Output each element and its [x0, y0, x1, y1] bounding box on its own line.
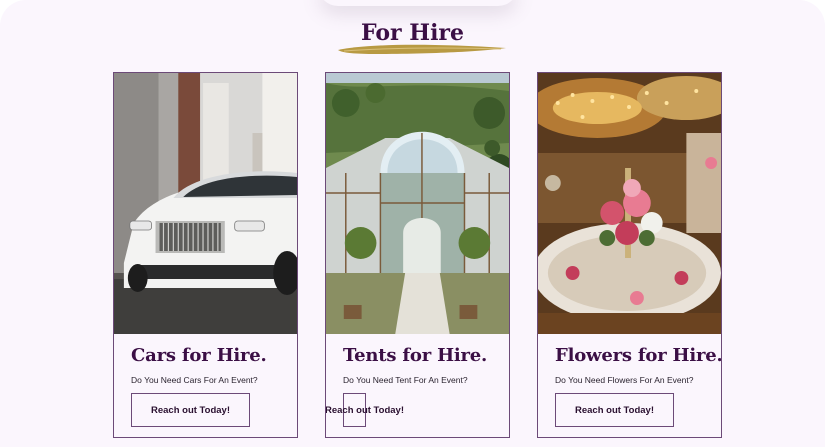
page: For Hire Cars for Hire. Do You Need Cars… — [0, 0, 825, 447]
card-flowers: Flowers for Hire. Do You Need Flowers Fo… — [537, 72, 722, 438]
card-tents: Tents for Hire. Do You Need Tent For An … — [325, 72, 510, 438]
reach-out-button-flowers[interactable]: Reach out Today! — [555, 393, 674, 427]
card-title: Cars for Hire. — [131, 345, 267, 366]
reach-out-button-cars[interactable]: Reach out Today! — [131, 393, 250, 427]
card-image-car — [114, 73, 297, 334]
card-subtitle: Do You Need Tent For An Event? — [343, 375, 468, 385]
card-image-tent — [326, 73, 509, 334]
header-shadow — [318, 0, 518, 6]
card-subtitle: Do You Need Flowers For An Event? — [555, 375, 694, 385]
card-title: Tents for Hire. — [343, 345, 488, 366]
reach-out-button-label: Reach out Today! — [325, 404, 404, 416]
card-cars: Cars for Hire. Do You Need Cars For An E… — [113, 72, 298, 438]
card-image-flowers — [538, 73, 721, 334]
card-subtitle: Do You Need Cars For An Event? — [131, 375, 258, 385]
reach-out-button-tents[interactable]: Reach out Today! — [326, 393, 404, 427]
card-title: Flowers for Hire. — [555, 345, 722, 366]
section-title: For Hire — [360, 20, 465, 46]
